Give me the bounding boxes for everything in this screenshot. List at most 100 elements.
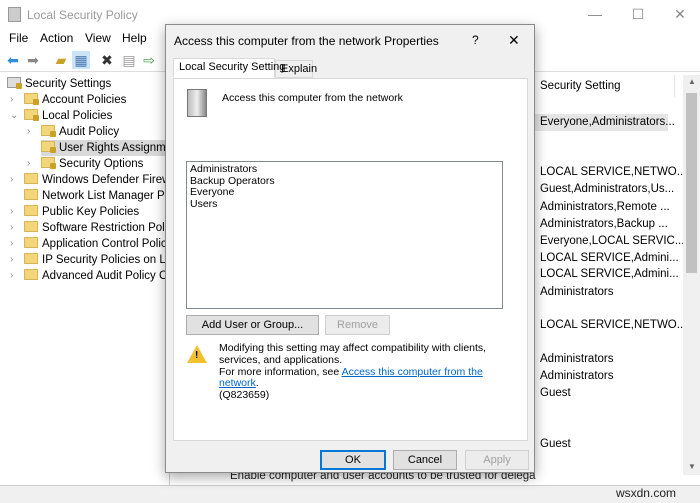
list-row-setting[interactable]: LOCAL SERVICE,Admini...: [540, 250, 679, 267]
scroll-down-icon[interactable]: ▼: [688, 462, 696, 471]
properties-dialog: Access this computer from the network Pr…: [165, 24, 535, 473]
console-tree: Security Settings › Account Policies ⌄ Loca…: [0, 73, 170, 485]
tree-item-label: Application Control Policies: [42, 238, 170, 250]
list-row-setting[interactable]: Administrators,Backup ...: [540, 216, 668, 233]
chevron-right-icon[interactable]: ›: [10, 204, 13, 220]
tree-item-security-settings[interactable]: Security Settings: [7, 76, 111, 92]
remove-button[interactable]: Remove: [325, 315, 390, 335]
tree-item-label: Advanced Audit Policy Configuration: [42, 270, 169, 282]
close-button[interactable]: ✕: [665, 6, 695, 23]
tree-item[interactable]: ⌄ Local Policies: [10, 108, 112, 124]
minimize-button[interactable]: —: [580, 6, 610, 22]
tree-item[interactable]: › Security Options: [27, 156, 144, 172]
ok-button[interactable]: OK: [320, 450, 386, 470]
tree-item[interactable]: › Account Policies: [10, 92, 127, 108]
details-pane: Security Setting Everyone,Administrators…: [535, 73, 700, 485]
show-hide-tree-icon[interactable]: ▦: [72, 51, 90, 69]
chevron-right-icon[interactable]: ›: [10, 268, 13, 284]
list-item[interactable]: Backup Operators: [190, 175, 499, 188]
list-item[interactable]: Users: [190, 198, 499, 211]
list-row-setting[interactable]: Everyone,LOCAL SERVIC...: [540, 233, 684, 250]
menu-help[interactable]: Help: [122, 31, 147, 45]
folder-icon: [41, 125, 56, 137]
server-icon: [187, 89, 207, 117]
tree-item[interactable]: › Audit Policy: [27, 124, 120, 140]
properties-icon[interactable]: ▤: [120, 51, 138, 69]
tree-item[interactable]: › Application Control Policies: [10, 236, 170, 252]
tree-item-label: Software Restriction Policies: [42, 222, 169, 234]
list-item[interactable]: Administrators: [190, 163, 499, 176]
chevron-right-icon[interactable]: ›: [10, 236, 13, 252]
tab-panel: Access this computer from the network Ad…: [173, 78, 528, 441]
apply-button[interactable]: Apply: [465, 450, 529, 470]
forward-arrow-icon[interactable]: ➡: [24, 51, 42, 69]
chevron-right-icon[interactable]: ›: [10, 172, 13, 188]
list-row-setting[interactable]: LOCAL SERVICE,NETWO...: [540, 317, 686, 334]
folder-icon: [24, 189, 38, 200]
chevron-right-icon[interactable]: ›: [10, 92, 13, 108]
tree-item[interactable]: › IP Security Policies on Local Computer: [10, 252, 169, 268]
up-folder-icon[interactable]: ▰: [52, 51, 70, 69]
folder-icon: [24, 221, 38, 232]
chevron-right-icon[interactable]: ›: [27, 124, 30, 140]
tree-item-label: Public Key Policies: [42, 206, 140, 218]
folder-icon: [24, 109, 39, 121]
dialog-close-button[interactable]: ✕: [508, 32, 520, 49]
menu-view[interactable]: View: [85, 31, 111, 45]
add-user-or-group-button[interactable]: Add User or Group...: [186, 315, 319, 335]
help-button[interactable]: ?: [472, 33, 479, 47]
members-listbox[interactable]: Administrators Backup Operators Everyone…: [186, 161, 503, 309]
policy-name: Access this computer from the network: [222, 92, 403, 104]
folder-icon: [24, 205, 38, 216]
list-row-setting[interactable]: Administrators: [540, 368, 614, 385]
list-row-setting[interactable]: LOCAL SERVICE,NETWO...: [540, 164, 686, 181]
folder-icon: [24, 93, 39, 105]
list-row-setting[interactable]: Guest,Administrators,Us...: [540, 181, 674, 198]
column-header-security-setting[interactable]: Security Setting: [540, 78, 621, 95]
list-row-setting[interactable]: Guest: [540, 385, 571, 402]
tree-item-label: Security Options: [59, 158, 144, 170]
tree-item[interactable]: › Software Restriction Policies: [10, 220, 169, 236]
folder-icon: [41, 157, 56, 169]
folder-icon: [24, 269, 38, 280]
list-row-setting[interactable]: Administrators: [540, 351, 614, 368]
tree-item-label: Network List Manager Policies: [42, 190, 170, 202]
list-row-setting[interactable]: Guest: [540, 436, 571, 453]
menu-file[interactable]: File: [9, 31, 28, 45]
window-title: Local Security Policy: [27, 8, 138, 22]
tree-item-label: Audit Policy: [59, 126, 120, 138]
list-row-setting[interactable]: Administrators: [540, 284, 614, 301]
export-list-icon[interactable]: ⇨: [140, 51, 158, 69]
tree-item[interactable]: User Rights Assignment: [41, 140, 170, 156]
chevron-down-icon[interactable]: ⌄: [10, 108, 18, 124]
list-item[interactable]: Everyone: [190, 186, 499, 199]
chevron-right-icon[interactable]: ›: [10, 220, 13, 236]
tree-item[interactable]: Network List Manager Policies: [24, 188, 170, 204]
folder-icon: [41, 141, 56, 153]
list-row-setting[interactable]: Administrators,Remote ...: [540, 199, 670, 216]
list-row-setting[interactable]: LOCAL SERVICE,Admini...: [540, 266, 679, 283]
cancel-button[interactable]: Cancel: [393, 450, 457, 470]
menu-action[interactable]: Action: [40, 31, 73, 45]
chevron-right-icon[interactable]: ›: [27, 156, 30, 172]
list-row-setting[interactable]: Everyone,Administrators...: [535, 114, 675, 131]
tab-local-security-setting[interactable]: Local Security Setting: [173, 58, 285, 78]
status-bar: [0, 485, 700, 503]
folder-icon: [24, 253, 38, 264]
back-arrow-icon[interactable]: ⬅: [4, 51, 22, 69]
tree-item[interactable]: › Advanced Audit Policy Configuration: [10, 268, 169, 284]
warning-text: Modifying this setting may affect compat…: [219, 342, 487, 402]
chevron-right-icon[interactable]: ›: [10, 252, 13, 268]
scrollbar-thumb[interactable]: [686, 93, 697, 273]
delete-icon[interactable]: ✖: [98, 51, 116, 69]
tree-item-label: User Rights Assignment: [59, 142, 170, 154]
security-settings-icon: [7, 77, 22, 89]
dialog-title: Access this computer from the network Pr…: [174, 34, 439, 48]
tree-item[interactable]: › Public Key Policies: [10, 204, 140, 220]
tree-item-label: Account Policies: [42, 94, 127, 106]
scroll-up-icon[interactable]: ▲: [688, 77, 696, 86]
folder-icon: [24, 237, 38, 248]
tree-item[interactable]: › Windows Defender Firewall with Advanced…: [10, 172, 169, 188]
tree-item-label: Windows Defender Firewall with Advanced …: [42, 174, 169, 186]
maximize-button[interactable]: ☐: [623, 6, 653, 23]
